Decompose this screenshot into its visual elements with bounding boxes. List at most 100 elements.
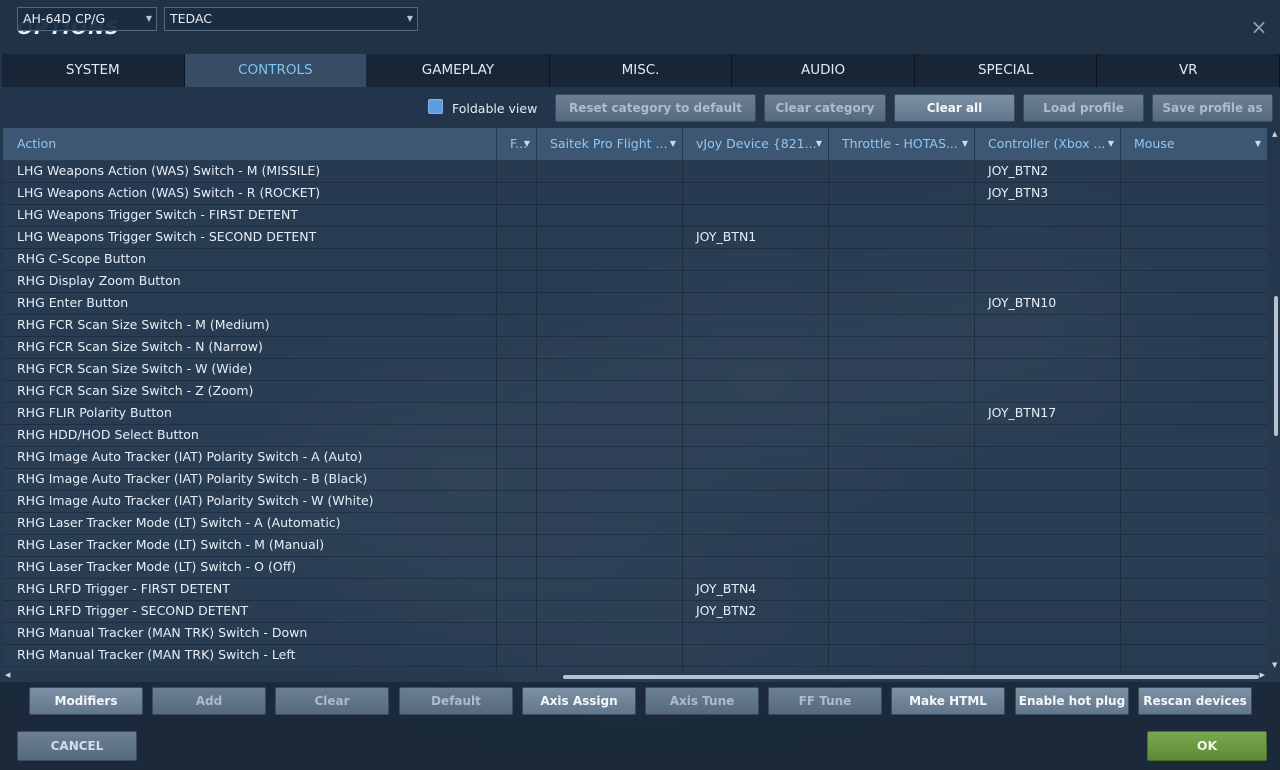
chevron-down-icon[interactable]: ▼ [816,128,822,160]
chevron-down-icon[interactable]: ▼ [524,128,530,160]
axis-assign-button[interactable]: Axis Assign [522,687,636,715]
chevron-down-icon[interactable]: ▼ [670,128,676,160]
table-row[interactable]: RHG LRFD Trigger - FIRST DETENT JOY_BTN4 [3,579,1267,601]
aircraft-select-value: AH-64D CP/G [23,11,106,26]
column-header-mouse[interactable]: Mouse ▼ [1134,128,1267,160]
binding-cell-vjoy[interactable]: JOY_BTN1 [696,227,756,247]
bindings-grid: Action F... ▼ Saitek Pro Flight ... ▼ vJoy De… [3,128,1267,671]
action-label: RHG Image Auto Tracker (IAT) Polarity Sw… [17,449,363,464]
clear-category-button[interactable]: Clear category [764,94,886,122]
tab-system[interactable]: SYSTEM [2,54,185,87]
horizontal-scrollbar[interactable]: ◀ ▶ [3,671,1267,681]
chevron-down-icon[interactable]: ▼ [962,128,968,160]
scroll-right-icon[interactable]: ▶ [1260,671,1265,679]
column-header-saitek[interactable]: Saitek Pro Flight ... ▼ [550,128,682,160]
table-row[interactable]: RHG Manual Tracker (MAN TRK) Switch - Do… [3,623,1267,645]
chevron-down-icon[interactable]: ▼ [1255,128,1261,160]
table-row[interactable]: RHG Laser Tracker Mode (LT) Switch - M (… [3,535,1267,557]
table-row[interactable]: RHG Display Zoom Button [3,271,1267,293]
binding-cell-vjoy[interactable]: JOY_BTN4 [696,579,756,599]
action-label: RHG Laser Tracker Mode (LT) Switch - O (… [17,559,297,574]
table-row[interactable]: RHG Manual Tracker (MAN TRK) Switch - Le… [3,645,1267,667]
action-label: RHG Laser Tracker Mode (LT) Switch - M (… [17,537,325,552]
table-row[interactable]: RHG FCR Scan Size Switch - W (Wide) [3,359,1267,381]
action-label: RHG Laser Tracker Mode (LT) Switch - A (… [17,515,341,530]
make-html-button[interactable]: Make HTML [891,687,1005,715]
column-header-vjoy[interactable]: vJoy Device {821... ▼ [696,128,828,160]
load-profile-button[interactable]: Load profile [1023,94,1144,122]
table-row[interactable]: RHG Image Auto Tracker (IAT) Polarity Sw… [3,491,1267,513]
column-header-label: vJoy Device {821... [696,136,817,151]
table-row[interactable]: RHG C-Scope Button [3,249,1267,271]
table-row[interactable]: RHG FCR Scan Size Switch - Z (Zoom) [3,381,1267,403]
table-row[interactable]: LHG Weapons Action (WAS) Switch - R (ROC… [3,183,1267,205]
binding-cell-controller[interactable]: JOY_BTN3 [988,183,1048,203]
horizontal-scroll-thumb[interactable] [563,675,1259,679]
table-row[interactable]: RHG FCR Scan Size Switch - M (Medium) [3,315,1267,337]
tab-vr[interactable]: VR [1097,54,1280,87]
add-button[interactable]: Add [152,687,266,715]
cancel-button[interactable]: CANCEL [17,731,137,761]
table-row[interactable]: RHG Laser Tracker Mode (LT) Switch - A (… [3,513,1267,535]
axis-tune-button[interactable]: Axis Tune [645,687,759,715]
column-header-f[interactable]: F... ▼ [510,128,536,160]
table-row[interactable]: RHG FCR Scan Size Switch - N (Narrow) [3,337,1267,359]
tab-misc[interactable]: MISC. [549,54,733,87]
column-header-action[interactable]: Action [17,128,496,160]
modifiers-button[interactable]: Modifiers [29,687,143,715]
foldable-view-checkbox[interactable] [428,99,443,114]
column-header-controller[interactable]: Controller (Xbox ... ▼ [988,128,1120,160]
column-header-label: Saitek Pro Flight ... [550,136,668,151]
binding-cell-controller[interactable]: JOY_BTN17 [988,403,1056,423]
table-row[interactable]: RHG Image Auto Tracker (IAT) Polarity Sw… [3,469,1267,491]
ok-button[interactable]: OK [1147,731,1267,761]
vertical-scrollbar[interactable]: ▲ ▼ [1271,128,1280,671]
chevron-down-icon[interactable]: ▼ [1108,128,1114,160]
vertical-scroll-thumb[interactable] [1274,296,1278,436]
column-header-label: Controller (Xbox ... [988,136,1106,151]
grid-header: Action F... ▼ Saitek Pro Flight ... ▼ vJoy De… [3,128,1267,161]
rescan-devices-button[interactable]: Rescan devices [1138,687,1252,715]
action-label: RHG Image Auto Tracker (IAT) Polarity Sw… [17,493,374,508]
action-label: RHG FLIR Polarity Button [17,405,172,420]
scroll-up-icon[interactable]: ▲ [1272,130,1277,138]
category-select[interactable]: TEDAC ▼ [164,7,418,31]
foldable-view-label: Foldable view [452,101,538,116]
tab-bar: SYSTEM CONTROLS GAMEPLAY MISC. AUDIO SPECIAL V… [2,54,1280,87]
action-label: RHG LRFD Trigger - FIRST DETENT [17,581,230,596]
table-row[interactable]: RHG Laser Tracker Mode (LT) Switch - O (… [3,557,1267,579]
scroll-down-icon[interactable]: ▼ [1272,661,1277,669]
reset-category-button[interactable]: Reset category to default [555,94,756,122]
table-row[interactable]: RHG LRFD Trigger - SECOND DETENT JOY_BTN2 [3,601,1267,623]
table-row[interactable]: LHG Weapons Trigger Switch - FIRST DETEN… [3,205,1267,227]
scroll-left-icon[interactable]: ◀ [5,671,10,679]
default-button[interactable]: Default [399,687,513,715]
tab-gameplay[interactable]: GAMEPLAY [367,54,550,87]
table-row[interactable]: RHG FLIR Polarity Button JOY_BTN17 [3,403,1267,425]
action-label: RHG C-Scope Button [17,251,146,266]
binding-cell-controller[interactable]: JOY_BTN10 [988,293,1056,313]
binding-cell-vjoy[interactable]: JOY_BTN2 [696,601,756,621]
table-row[interactable]: RHG Enter Button JOY_BTN10 [3,293,1267,315]
aircraft-select[interactable]: AH-64D CP/G ▼ [17,7,157,31]
tab-audio[interactable]: AUDIO [732,54,915,87]
binding-cell-controller[interactable]: JOY_BTN2 [988,161,1048,181]
action-label: RHG HDD/HOD Select Button [17,427,199,442]
clear-all-button[interactable]: Clear all [894,94,1015,122]
tab-controls[interactable]: CONTROLS [184,54,368,87]
column-header-throttle[interactable]: Throttle - HOTAS... ▼ [842,128,974,160]
tab-special[interactable]: SPECIAL [914,54,1098,87]
table-row[interactable]: LHG Weapons Action (WAS) Switch - M (MIS… [3,161,1267,183]
action-label: RHG FCR Scan Size Switch - W (Wide) [17,361,253,376]
options-window: OPTIONS × SYSTEMCONTROLSGAMEPLAYMISC.AUD… [0,0,1280,770]
table-row[interactable]: RHG Manual Tracker (MAN TRK) Switch - Ri… [3,667,1267,671]
table-row[interactable]: RHG Image Auto Tracker (IAT) Polarity Sw… [3,447,1267,469]
table-row[interactable]: LHG Weapons Trigger Switch - SECOND DETE… [3,227,1267,249]
clear-button[interactable]: Clear [275,687,389,715]
ff-tune-button[interactable]: FF Tune [768,687,882,715]
column-header-label: Mouse [1134,136,1175,151]
enable-hot-plug-button[interactable]: Enable hot plug [1015,687,1129,715]
close-icon[interactable]: × [1248,16,1270,38]
save-profile-as-button[interactable]: Save profile as [1152,94,1273,122]
table-row[interactable]: RHG HDD/HOD Select Button [3,425,1267,447]
